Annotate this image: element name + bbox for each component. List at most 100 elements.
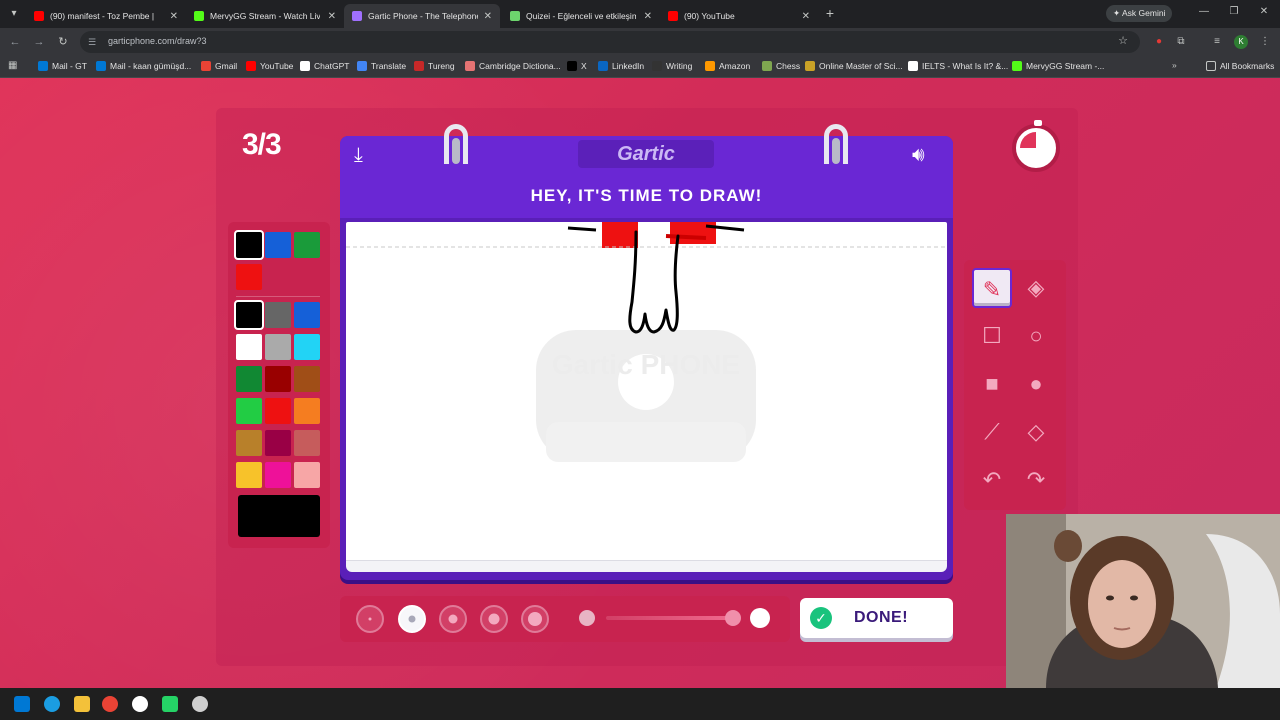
palette-color-swatch[interactable] — [294, 462, 320, 488]
recent-color-swatch[interactable] — [234, 230, 264, 260]
bookmark-item[interactable]: Gmail — [201, 61, 237, 71]
volume-icon[interactable]: 🔊︎ — [912, 144, 925, 167]
pencil-tool-button[interactable]: ✎ — [972, 268, 1012, 308]
palette-color-swatch[interactable] — [236, 334, 262, 360]
profile-avatar[interactable]: K — [1234, 35, 1248, 49]
extensions-puzzle-icon[interactable]: ⧉ — [1174, 35, 1188, 49]
address-bar[interactable]: ☰ garticphone.com/draw?3 ☆ — [80, 31, 1140, 53]
recent-color-swatch[interactable] — [265, 232, 291, 258]
bookmark-item[interactable]: Tureng — [414, 61, 455, 71]
tab-search-icon[interactable]: ▾ — [6, 6, 22, 22]
paint-bucket-icon: ◇ — [1027, 419, 1045, 444]
brush-size-3[interactable] — [439, 605, 467, 633]
ask-gemini-button[interactable]: ✦ Ask Gemini — [1106, 5, 1173, 22]
palette-color-swatch[interactable] — [294, 334, 320, 360]
bookmark-item[interactable]: Mail - GT — [38, 61, 87, 71]
close-tab-icon[interactable]: ✕ — [640, 11, 652, 22]
recent-color-swatch[interactable] — [294, 232, 320, 258]
palette-color-swatch[interactable] — [294, 430, 320, 456]
bookmark-item[interactable]: Cambridge Dictiona... — [465, 61, 561, 71]
brush-size-4[interactable] — [480, 605, 508, 633]
bookmark-star-icon[interactable]: ☆ — [1118, 34, 1128, 47]
bookmark-item[interactable]: YouTube — [246, 61, 293, 71]
bookmark-label: Chess — [776, 61, 801, 71]
ellipse-tool-button[interactable]: ○ — [1016, 316, 1056, 356]
palette-color-swatch[interactable] — [236, 366, 262, 392]
settings-gear-icon[interactable] — [192, 696, 208, 712]
palette-color-swatch[interactable] — [265, 334, 291, 360]
windows-start-icon[interactable] — [14, 696, 30, 712]
more-bookmarks-icon[interactable]: » — [1172, 60, 1177, 70]
bookmark-item[interactable]: X — [567, 61, 587, 71]
recent-color-swatch[interactable] — [236, 264, 262, 290]
extension-icon[interactable]: ● — [1152, 35, 1166, 49]
brush-size-2[interactable] — [398, 605, 426, 633]
browser-menu-icon[interactable]: ⋮ — [1258, 35, 1272, 49]
palette-color-swatch[interactable] — [234, 300, 264, 330]
file-explorer-icon[interactable] — [74, 696, 90, 712]
browser-tab-active[interactable]: Gartic Phone - The Telephone ✕ — [344, 4, 500, 28]
canvas-drawing: Gartic PHONE — [346, 222, 947, 462]
palette-color-swatch[interactable] — [236, 398, 262, 424]
site-info-icon[interactable]: ☰ — [88, 35, 102, 49]
filled-rectangle-tool-button[interactable]: ■ — [972, 364, 1012, 404]
palette-color-swatch[interactable] — [265, 398, 291, 424]
all-bookmarks-folder[interactable]: All Bookmarks — [1206, 61, 1274, 71]
download-icon[interactable]: ⤓ — [354, 144, 363, 167]
bookmark-item[interactable]: Mail - kaan gümüşd... — [96, 61, 191, 71]
fill-tool-button[interactable]: ◇ — [1016, 412, 1056, 452]
chatgpt-icon[interactable] — [132, 696, 148, 712]
bookmark-item[interactable]: Translate — [357, 61, 406, 71]
close-tab-icon[interactable]: ✕ — [480, 11, 492, 22]
bookmark-item[interactable]: IELTS - What Is It? &... — [908, 61, 1008, 71]
apps-grid-icon[interactable]: ▦ — [8, 60, 20, 72]
whatsapp-icon[interactable] — [162, 696, 178, 712]
close-tab-icon[interactable]: ✕ — [798, 11, 810, 22]
redo-button[interactable]: ↷ — [1016, 460, 1056, 500]
bookmark-item[interactable]: Amazon — [705, 61, 750, 71]
bookmark-item[interactable]: Writing — [652, 61, 692, 71]
bookmark-item[interactable]: LinkedIn — [598, 61, 644, 71]
bookmark-item[interactable]: Online Master of Sci... — [805, 61, 903, 71]
palette-color-swatch[interactable] — [294, 398, 320, 424]
browser-tab[interactable]: (90) manifest - Toz Pembe | ✕ — [26, 4, 186, 28]
palette-color-swatch[interactable] — [294, 302, 320, 328]
reload-icon[interactable]: ↻ — [56, 35, 70, 49]
bookmark-item[interactable]: Chess — [762, 61, 800, 71]
new-tab-button[interactable]: + — [822, 5, 838, 21]
restore-icon[interactable]: ❐ — [1226, 6, 1242, 17]
palette-color-swatch[interactable] — [265, 366, 291, 392]
opacity-slider[interactable] — [606, 616, 734, 620]
brush-size-1[interactable] — [356, 605, 384, 633]
palette-color-swatch[interactable] — [265, 302, 291, 328]
filled-ellipse-tool-button[interactable]: ● — [1016, 364, 1056, 404]
palette-color-swatch[interactable] — [236, 462, 262, 488]
drawing-canvas[interactable]: Gartic PHONE — [346, 222, 947, 566]
edge-icon[interactable] — [44, 696, 60, 712]
browser-tab[interactable]: (90) YouTube ✕ — [660, 4, 818, 28]
bookmark-item[interactable]: MervyGG Stream -... — [1012, 61, 1104, 71]
palette-color-swatch[interactable] — [294, 366, 320, 392]
palette-color-swatch[interactable] — [265, 430, 291, 456]
back-icon[interactable]: ← — [8, 35, 22, 49]
chrome-icon[interactable] — [102, 696, 118, 712]
done-button[interactable]: ✓ DONE! — [800, 598, 953, 638]
media-control-icon[interactable]: ≡ — [1210, 35, 1224, 49]
rectangle-tool-button[interactable]: ☐ — [972, 316, 1012, 356]
close-tab-icon[interactable]: ✕ — [166, 11, 178, 22]
browser-tab[interactable]: Quizei - Eğlenceli ve etkileşimli ✕ — [502, 4, 660, 28]
palette-color-swatch[interactable] — [265, 462, 291, 488]
palette-color-swatch[interactable] — [236, 430, 262, 456]
eraser-tool-button[interactable]: ◈ — [1016, 268, 1056, 308]
undo-button[interactable]: ↶ — [972, 460, 1012, 500]
close-tab-icon[interactable]: ✕ — [324, 11, 336, 22]
forward-icon[interactable]: → — [32, 35, 46, 49]
opacity-slider-handle[interactable] — [725, 610, 741, 626]
close-window-icon[interactable]: ✕ — [1256, 6, 1272, 17]
minimize-icon[interactable]: — — [1196, 6, 1212, 17]
bookmark-item[interactable]: ChatGPT — [300, 61, 349, 71]
browser-tab[interactable]: MervyGG Stream - Watch Live ✕ — [186, 4, 344, 28]
checkmark-icon: ✓ — [810, 607, 832, 629]
line-tool-button[interactable]: ⟋ — [972, 412, 1012, 452]
brush-size-5[interactable] — [521, 605, 549, 633]
